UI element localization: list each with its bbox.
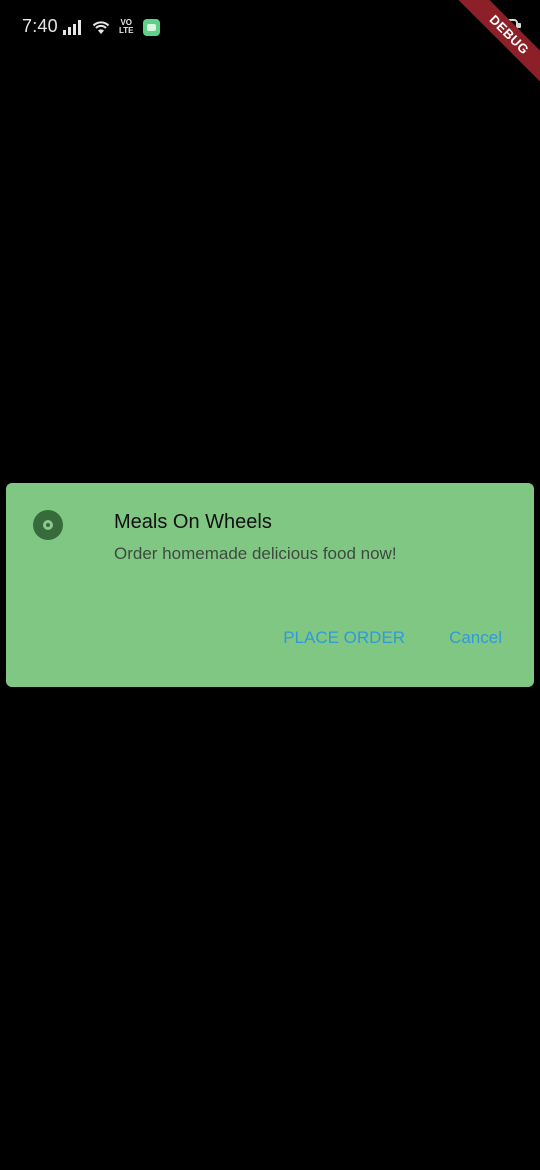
alert-dialog: Meals On Wheels Order homemade delicious… bbox=[6, 483, 534, 687]
app-icon bbox=[33, 510, 63, 540]
dialog-actions: PLACE ORDER Cancel bbox=[283, 628, 502, 648]
wifi-icon bbox=[91, 19, 111, 35]
screen: 7:40 VO LTE DEBUG Meals On Wheels Order … bbox=[0, 0, 540, 1170]
app-notification-icon bbox=[142, 18, 160, 36]
place-order-button[interactable]: PLACE ORDER bbox=[283, 628, 405, 648]
dialog-title: Meals On Wheels bbox=[114, 511, 272, 533]
signal-icon bbox=[63, 19, 85, 35]
dialog-message: Order homemade delicious food now! bbox=[114, 544, 397, 563]
status-bar: 7:40 VO LTE bbox=[0, 0, 540, 54]
status-icons: VO LTE bbox=[63, 16, 160, 38]
status-time: 7:40 bbox=[22, 16, 58, 36]
volte-bottom-label: LTE bbox=[119, 26, 134, 35]
volte-icon: VO LTE bbox=[119, 19, 134, 35]
cancel-button[interactable]: Cancel bbox=[449, 628, 502, 648]
